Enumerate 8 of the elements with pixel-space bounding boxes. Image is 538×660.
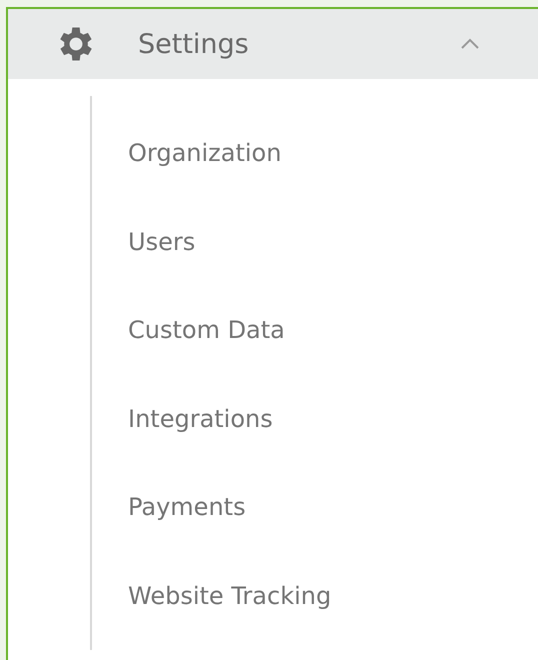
chevron-icon bbox=[460, 38, 480, 50]
menu-item[interactable]: Website Tracking bbox=[128, 552, 332, 640]
settings-header[interactable]: Settings bbox=[8, 9, 538, 79]
menu-item[interactable]: Organization bbox=[128, 109, 282, 198]
menu-item[interactable]: Users bbox=[128, 198, 196, 286]
menu-item[interactable]: Integrations bbox=[128, 374, 273, 463]
menu-item[interactable]: Payments bbox=[128, 463, 246, 552]
menu-item[interactable]: Custom Data bbox=[128, 286, 285, 374]
